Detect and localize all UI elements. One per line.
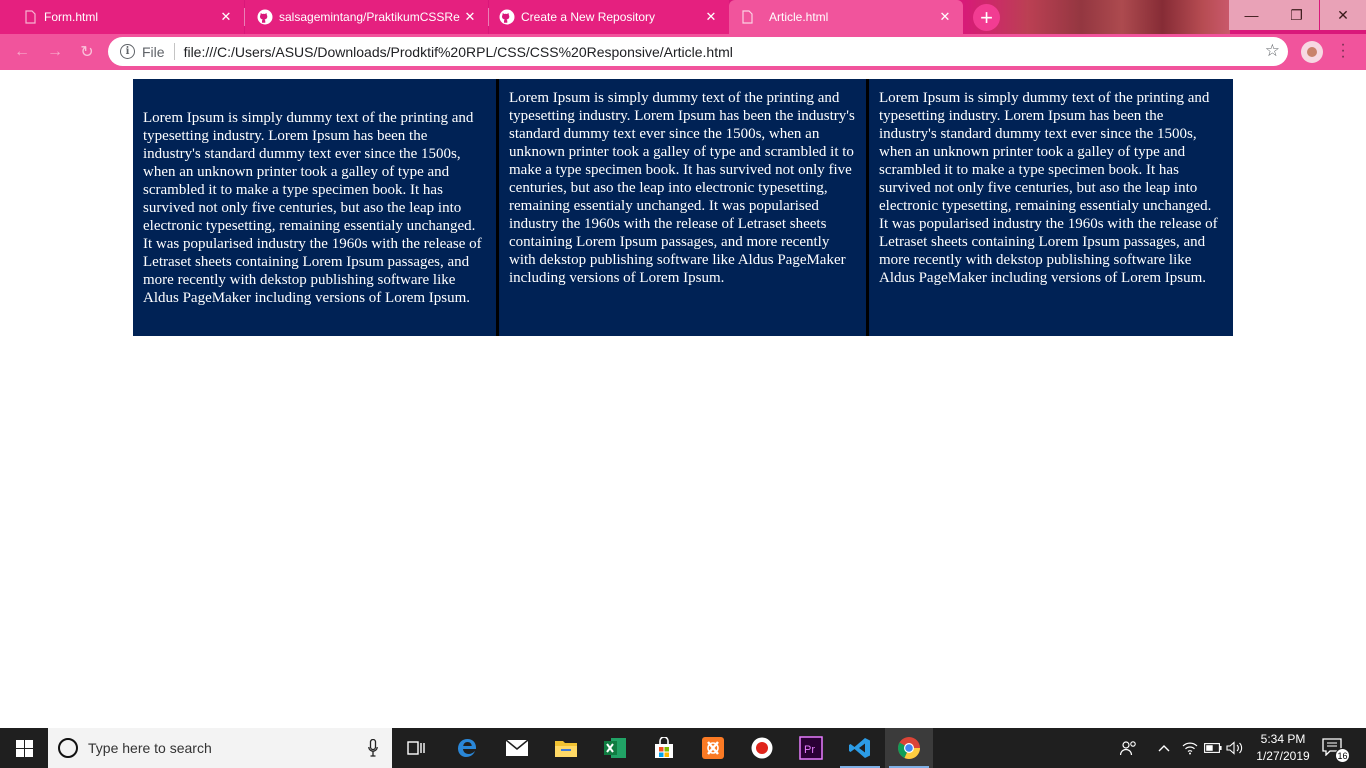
notification-count-badge: 16	[1335, 748, 1350, 763]
start-button[interactable]	[0, 728, 48, 768]
article-text: Lorem Ipsum is simply dummy text of the …	[143, 109, 482, 306]
back-button[interactable]: ←	[10, 40, 34, 64]
task-view-button[interactable]	[393, 728, 441, 768]
microphone-icon[interactable]	[368, 739, 378, 757]
tab-github-repo[interactable]: salsagemintang/PraktikumCSSRe ✕	[245, 0, 488, 34]
store-icon	[655, 737, 673, 758]
window-frame-background	[960, 0, 1230, 34]
cortana-icon	[58, 738, 78, 758]
github-icon	[257, 9, 273, 25]
taskbar-search[interactable]: Type here to search	[48, 728, 392, 768]
address-divider	[173, 43, 175, 60]
vscode-icon	[849, 738, 870, 758]
show-hidden-icons-button[interactable]	[1154, 728, 1174, 768]
mail-icon	[505, 739, 529, 756]
people-button[interactable]	[1118, 728, 1140, 768]
article-column-3: Lorem Ipsum is simply dummy text of the …	[869, 79, 1233, 336]
tab-title: Create a New Repository	[521, 10, 656, 24]
network-button[interactable]	[1180, 728, 1200, 768]
reload-icon: ↻	[80, 44, 94, 61]
close-tab-icon[interactable]: ✕	[937, 9, 953, 25]
browser-menu-button[interactable]: · · ·	[1338, 37, 1348, 65]
wifi-icon	[1182, 742, 1198, 755]
info-icon[interactable]: i	[120, 44, 135, 59]
tab-title: salsagemintang/PraktikumCSSRe	[279, 10, 460, 24]
volume-button[interactable]	[1225, 728, 1245, 768]
article-row: Lorem Ipsum is simply dummy text of the …	[133, 79, 1233, 336]
vscode-button[interactable]	[836, 728, 884, 768]
profile-avatar[interactable]	[1301, 41, 1323, 63]
chrome-icon	[898, 737, 920, 759]
tab-create-repository[interactable]: Create a New Repository ✕	[489, 0, 729, 34]
close-tab-icon[interactable]: ✕	[218, 9, 234, 25]
excel-button[interactable]	[591, 728, 639, 768]
arrow-left-icon: ←	[14, 43, 30, 60]
system-clock[interactable]: 5:34 PM 1/27/2019	[1248, 731, 1318, 765]
clock-time: 5:34 PM	[1260, 732, 1306, 746]
people-icon	[1120, 741, 1136, 756]
close-tab-icon[interactable]: ✕	[462, 9, 478, 25]
avatar-face-icon	[1307, 47, 1317, 57]
address-bar[interactable]: i File file:///C:/Users/ASUS/Downloads/P…	[108, 37, 1288, 66]
windows-logo-icon	[15, 739, 33, 757]
reload-button[interactable]: ↻	[75, 40, 99, 64]
article-text: Lorem Ipsum is simply dummy text of the …	[509, 90, 855, 286]
tab-article[interactable]: Article.html ✕	[729, 0, 963, 34]
article-column-1: Lorem Ipsum is simply dummy text of the …	[133, 79, 499, 336]
task-view-icon	[407, 741, 425, 755]
battery-button[interactable]	[1203, 728, 1223, 768]
file-explorer-icon	[555, 741, 577, 757]
store-button[interactable]	[640, 728, 688, 768]
url-text[interactable]: file:///C:/Users/ASUS/Downloads/Prodktif…	[184, 44, 733, 60]
screen-recorder-button[interactable]	[738, 728, 786, 768]
article-text: Lorem Ipsum is simply dummy text of the …	[879, 90, 1218, 286]
xampp-button[interactable]	[689, 728, 737, 768]
search-placeholder: Type here to search	[88, 740, 212, 756]
record-icon	[751, 737, 773, 759]
mail-button[interactable]	[493, 728, 541, 768]
tab-title: Form.html	[44, 10, 98, 24]
clock-date: 1/27/2019	[1256, 749, 1310, 763]
tab-form[interactable]: Form.html ✕	[0, 0, 244, 34]
file-icon	[22, 9, 38, 25]
restore-button[interactable]: ❐	[1274, 0, 1319, 30]
file-icon	[739, 9, 755, 25]
close-tab-icon[interactable]: ✕	[703, 9, 719, 25]
page-viewport: Lorem Ipsum is simply dummy text of the …	[0, 70, 1366, 728]
premiere-button[interactable]: Pr	[787, 728, 835, 768]
xampp-icon	[702, 737, 724, 759]
premiere-icon: Pr	[799, 736, 823, 760]
minimize-button[interactable]: —	[1229, 0, 1274, 30]
scheme-label: File	[142, 43, 165, 60]
excel-icon	[604, 738, 626, 758]
arrow-right-icon: →	[47, 43, 63, 60]
edge-button[interactable]	[443, 728, 491, 768]
chevron-up-icon	[1158, 745, 1170, 752]
edge-icon	[458, 739, 476, 757]
action-center-button[interactable]: 16	[1322, 738, 1350, 763]
battery-icon	[1204, 743, 1222, 753]
new-tab-button[interactable]: +	[973, 4, 1000, 31]
svg-text:Pr: Pr	[804, 744, 815, 756]
windows-taskbar: Type here to search Pr 5:34 PM 1/27/2019…	[0, 728, 1366, 768]
bookmark-star-icon[interactable]: ☆	[1265, 41, 1280, 61]
browser-toolbar: ← → ↻ i File file:///C:/Users/ASUS/Downl…	[0, 34, 1366, 70]
close-window-button[interactable]: ✕	[1320, 0, 1366, 30]
forward-button[interactable]: →	[43, 40, 67, 64]
volume-icon	[1226, 741, 1243, 755]
tab-strip: Form.html ✕ salsagemintang/PraktikumCSSR…	[0, 0, 1366, 34]
tab-title: Article.html	[769, 10, 829, 24]
github-icon	[499, 9, 515, 25]
article-column-2: Lorem Ipsum is simply dummy text of the …	[499, 79, 869, 336]
file-explorer-button[interactable]	[542, 728, 590, 768]
chrome-button[interactable]	[885, 728, 933, 768]
